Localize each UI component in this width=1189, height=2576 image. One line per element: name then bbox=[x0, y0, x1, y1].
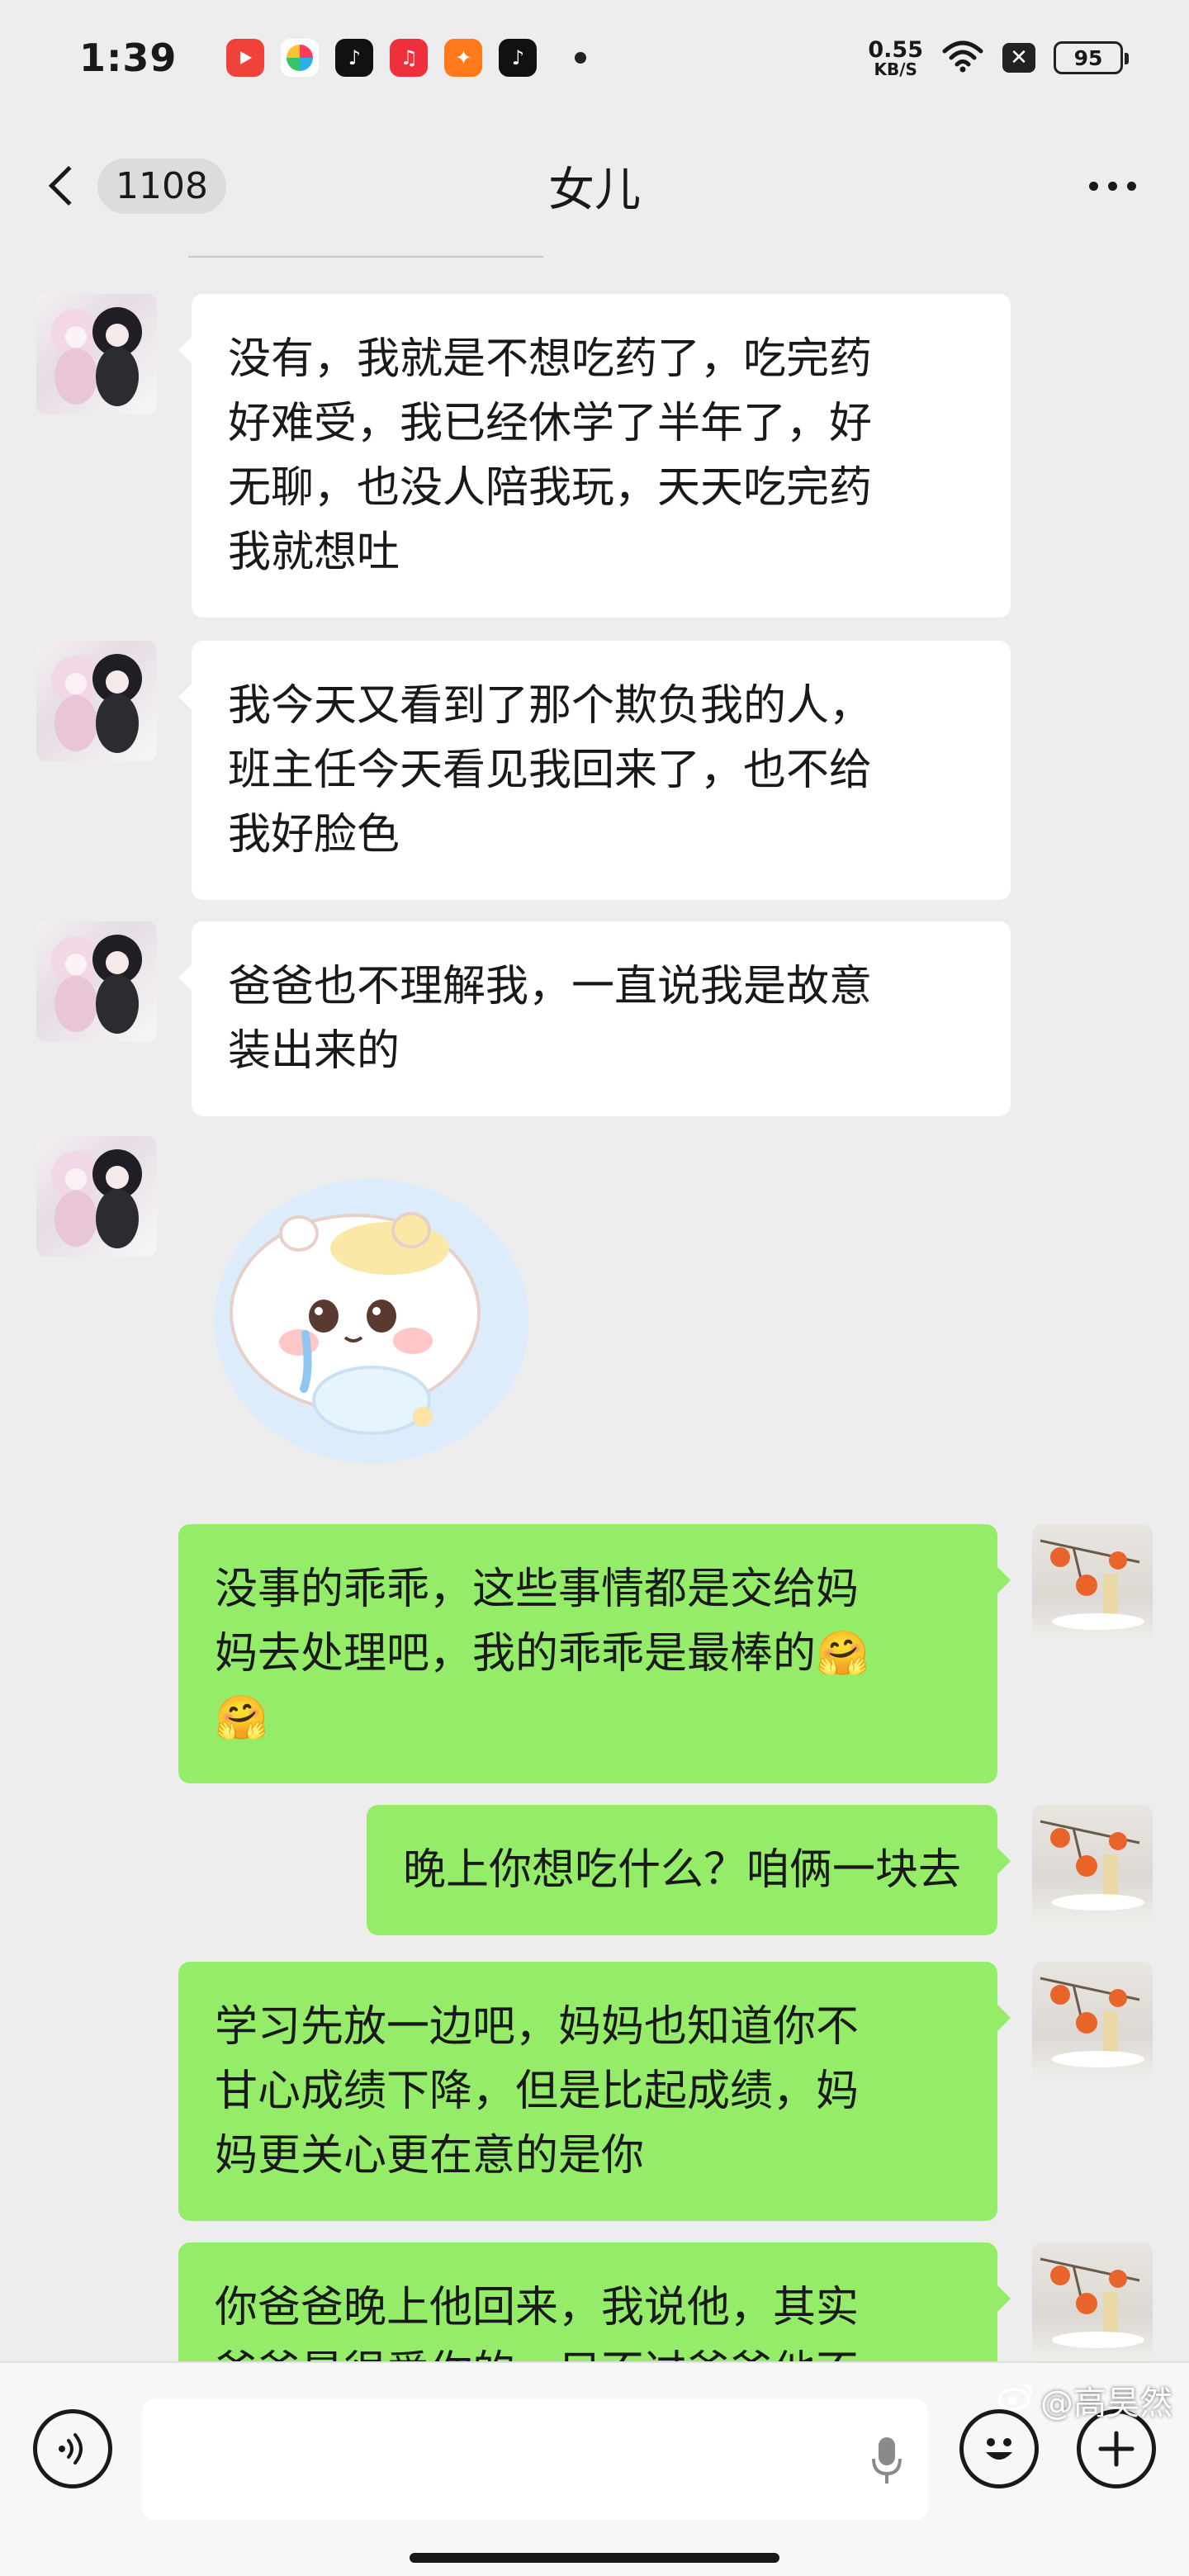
message-text: 没有，我就是不想吃药了，吃完药 好难受，我已经休学了半年了，好 无聊，也没人陪我… bbox=[228, 334, 873, 577]
chat-messages[interactable]: 没有，我就是不想吃药了，吃完药 好难受，我已经休学了半年了，好 无聊，也没人陪我… bbox=[0, 256, 1189, 2361]
avatar-daughter[interactable] bbox=[36, 921, 157, 1042]
status-bar: 1:39 ♪ ♫ ✦ ♪ 0.55 KB/S ✕ 95 bbox=[0, 0, 1189, 116]
message-text: 你爸爸晚上他回来，我说他，其实 爸爸是很爱你的，只不过爸爸他不 bbox=[215, 2283, 860, 2361]
network-speed: 0.55 KB/S bbox=[868, 39, 923, 78]
message-bubble[interactable]: 我今天又看到了那个欺负我的人， 班主任今天看见我回来了，也不给 我好脸色 bbox=[178, 641, 1011, 900]
message-bubble[interactable]: 学习先放一边吧，妈妈也知道你不 甘心成绩下降，但是比起成绩，妈 妈更关心更在意的… bbox=[178, 1962, 1011, 2221]
avatar-mother[interactable] bbox=[1032, 2242, 1153, 2361]
message-text: 爸爸也不理解我，一直说我是故意 装出来的 bbox=[228, 962, 873, 1076]
message-outgoing: 你爸爸晚上他回来，我说他，其实 爸爸是很爱你的，只不过爸爸他不 bbox=[178, 2242, 1153, 2361]
message-text: 学习先放一边吧，妈妈也知道你不 甘心成绩下降，但是比起成绩，妈 妈更关心更在意的… bbox=[215, 2002, 860, 2181]
more-notifications-dot-icon bbox=[575, 52, 587, 64]
message-outgoing: 学习先放一边吧，妈妈也知道你不 甘心成绩下降，但是比起成绩，妈 妈更关心更在意的… bbox=[178, 1962, 1153, 2221]
chat-header: 1108 女儿 bbox=[0, 116, 1189, 256]
avatar-mother[interactable] bbox=[1032, 1524, 1153, 1645]
weibo-icon bbox=[997, 2381, 1034, 2419]
network-speed-unit: KB/S bbox=[874, 59, 917, 79]
message-incoming-sticker bbox=[36, 1136, 537, 1473]
message-incoming: 我今天又看到了那个欺负我的人， 班主任今天看见我回来了，也不给 我好脸色 bbox=[36, 641, 1011, 900]
notification-app-icons: ♪ ♫ ✦ ♪ bbox=[226, 39, 587, 77]
network-speed-value: 0.55 bbox=[868, 36, 923, 63]
watermark-text: @高昊然 bbox=[1040, 2384, 1172, 2422]
unread-count-badge: 1108 bbox=[97, 158, 226, 214]
battery-indicator: 95 bbox=[1054, 41, 1129, 74]
wifi-icon bbox=[941, 40, 984, 76]
message-text: 晚上你想吃什么？咱俩一块去 bbox=[402, 1845, 961, 1895]
message-incoming: 爸爸也不理解我，一直说我是故意 装出来的 bbox=[36, 921, 1011, 1116]
status-time: 1:39 bbox=[79, 36, 178, 80]
battery-level: 95 bbox=[1073, 45, 1103, 70]
no-sim-icon: ✕ bbox=[1002, 43, 1035, 73]
message-bubble[interactable]: 晚上你想吃什么？咱俩一块去 bbox=[366, 1805, 1011, 1935]
shopping-app-icon: ✦ bbox=[444, 39, 483, 77]
watermark: @高昊然 bbox=[997, 2376, 1172, 2424]
message-outgoing: 晚上你想吃什么？咱俩一块去 bbox=[366, 1805, 1153, 1935]
pinwheel-app-icon bbox=[281, 39, 320, 77]
status-right: 0.55 KB/S ✕ 95 bbox=[868, 39, 1129, 78]
message-outgoing: 没事的乖乖，这些事情都是交给妈 妈去处理吧，我的乖乖是最棒的🤗 🤗 bbox=[178, 1524, 1153, 1783]
home-indicator[interactable] bbox=[410, 2553, 779, 2563]
video-app-icon bbox=[226, 39, 265, 77]
more-options-icon[interactable] bbox=[1089, 181, 1136, 191]
avatar-mother[interactable] bbox=[1032, 1962, 1153, 2082]
message-bubble[interactable]: 没有，我就是不想吃药了，吃完药 好难受，我已经休学了半年了，好 无聊，也没人陪我… bbox=[178, 294, 1011, 618]
voice-input-icon[interactable] bbox=[33, 2409, 112, 2488]
music-app-icon: ♫ bbox=[390, 39, 429, 77]
message-bubble[interactable]: 你爸爸晚上他回来，我说他，其实 爸爸是很爱你的，只不过爸爸他不 bbox=[178, 2242, 1011, 2361]
message-text: 没事的乖乖，这些事情都是交给妈 妈去处理吧，我的乖乖是最棒的🤗 🤗 bbox=[215, 1565, 869, 1743]
message-bubble[interactable]: 没事的乖乖，这些事情都是交给妈 妈去处理吧，我的乖乖是最棒的🤗 🤗 bbox=[178, 1524, 1011, 1783]
back-chevron-icon bbox=[48, 165, 89, 206]
crying-hamster-sticker[interactable] bbox=[206, 1172, 537, 1473]
microphone-icon[interactable] bbox=[870, 2436, 903, 2488]
message-input[interactable] bbox=[142, 2399, 928, 2520]
avatar-mother[interactable] bbox=[1032, 1805, 1153, 1925]
back-button[interactable]: 1108 bbox=[33, 158, 226, 214]
message-bubble[interactable]: 爸爸也不理解我，一直说我是故意 装出来的 bbox=[178, 921, 1011, 1116]
avatar-daughter[interactable] bbox=[36, 641, 157, 761]
douyin-app-icon: ♪ bbox=[499, 39, 538, 77]
douyin-lite-app-icon: ♪ bbox=[335, 39, 374, 77]
avatar-daughter[interactable] bbox=[36, 1136, 157, 1257]
divider-line bbox=[188, 256, 543, 258]
avatar-daughter[interactable] bbox=[36, 294, 157, 414]
message-incoming: 没有，我就是不想吃药了，吃完药 好难受，我已经休学了半年了，好 无聊，也没人陪我… bbox=[36, 294, 1011, 618]
message-text: 我今天又看到了那个欺负我的人， 班主任今天看见我回来了，也不给 我好脸色 bbox=[228, 681, 873, 859]
